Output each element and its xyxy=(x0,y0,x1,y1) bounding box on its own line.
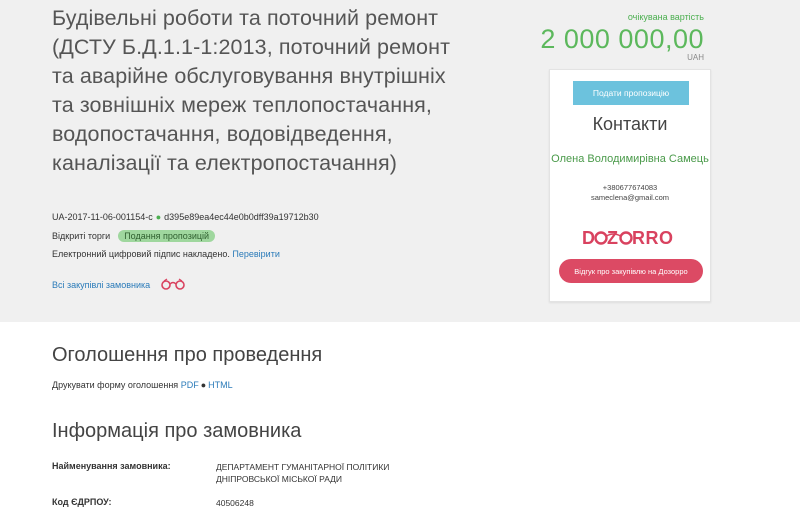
all-purchases-link[interactable]: Всі закупівлі замовника xyxy=(52,280,150,290)
edrpou-value: 40506248 xyxy=(216,498,254,508)
procedure-type: Відкриті торги xyxy=(52,231,111,241)
contacts-heading: Контакти xyxy=(592,114,668,134)
edrpou-label: Код ЄДРПОУ: xyxy=(52,497,112,507)
svg-text:Z: Z xyxy=(607,228,619,248)
customer-info-heading: Інформація про замовника xyxy=(52,420,302,442)
print-pdf-link[interactable]: PDF xyxy=(181,380,199,390)
announcement-heading: Оголошення про проведення xyxy=(52,344,323,366)
dozorro-logo[interactable]: D Z RRO xyxy=(550,227,710,254)
separator-dot: ● xyxy=(200,380,207,390)
tender-id: UA-2017-11-06-001154-c xyxy=(52,212,153,222)
contacts-card: Подати пропозицію Контакти Олена Володим… xyxy=(549,69,711,302)
customer-name-value: Департамент гуманітарної політики Дніпро… xyxy=(216,462,390,484)
expected-value-amount: 2 000 000,00 xyxy=(540,24,704,54)
tender-title: Будівельні роботи та поточний ремонт (ДС… xyxy=(52,6,451,175)
contact-email: sameclena@gmail.com xyxy=(590,193,670,202)
signature-text: Електронний цифровий підпис накладено. xyxy=(52,249,230,259)
print-announcement-row: Друкувати форму оголошення PDF ● HTML xyxy=(52,380,233,390)
expected-value-currency: UAH xyxy=(687,53,704,62)
svg-text:RRO: RRO xyxy=(632,228,674,248)
glasses-icon[interactable] xyxy=(160,278,186,292)
contact-phone: +380677674083 xyxy=(602,183,658,192)
status-badge: Подання пропозицій xyxy=(118,230,216,242)
all-purchases-row: Всі закупівлі замовника xyxy=(52,278,186,292)
signature-row: Електронний цифровий підпис накладено. П… xyxy=(52,249,280,259)
svg-text:D: D xyxy=(582,228,596,248)
verify-signature-link[interactable]: Перевірити xyxy=(232,249,279,259)
submit-offer-button[interactable]: Подати пропозицію xyxy=(573,81,689,105)
tender-identifiers: UA-2017-11-06-001154-c ● d395e89ea4ec44e0b… xyxy=(52,212,319,222)
expected-value-label: очікувана вартість xyxy=(627,12,704,22)
contact-person-name: Олена Володимирівна Самець xyxy=(551,153,709,165)
dozorro-review-button[interactable]: Відгук про закупівлю на Дозорро xyxy=(559,259,703,283)
tender-hash: d395e89ea4ec44e0b0dff39a19712b30 xyxy=(164,212,319,222)
tender-status-row: Відкриті торги Подання пропозицій xyxy=(52,230,216,242)
separator-dot: ● xyxy=(155,212,162,222)
print-label: Друкувати форму оголошення xyxy=(52,380,179,390)
customer-name-label: Найменування замовника: xyxy=(52,461,171,471)
print-html-link[interactable]: HTML xyxy=(208,380,233,390)
